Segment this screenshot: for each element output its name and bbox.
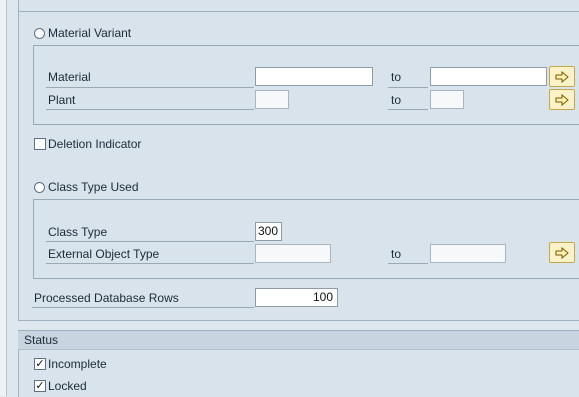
processed-rows-underline [32,307,254,308]
class-type-used-label: Class Type Used [48,180,139,194]
material-to-input[interactable] [430,67,547,86]
status-title: Status [24,333,59,347]
deletion-indicator-label: Deletion Indicator [48,137,142,151]
plant-multiple-selection-button[interactable] [549,89,575,110]
external-object-type-multiple-selection-button[interactable] [549,242,575,263]
locked-checkbox[interactable]: ✓ [34,380,46,392]
class-type-label: Class Type [48,225,108,239]
class-type-used-radio[interactable] [34,182,45,193]
class-type-input[interactable]: 300 [255,222,282,241]
checkmark-icon: ✓ [35,380,45,392]
incomplete-checkbox[interactable]: ✓ [34,358,46,370]
multiple-selection-arrow-icon [555,70,569,83]
processed-rows-input[interactable]: 100 [255,288,338,307]
material-variant-radio[interactable] [34,28,45,39]
external-object-type-to-input[interactable] [430,244,506,263]
material-label: Material [48,70,91,84]
plant-label: Plant [48,93,76,107]
plant-label-underline [46,109,254,110]
material-from-input[interactable] [255,67,373,86]
panel-top-divider [18,11,579,12]
material-variant-label: Material Variant [48,26,132,40]
multiple-selection-arrow-icon [555,246,569,259]
plant-from-input[interactable] [255,90,289,109]
material-to-underline [388,87,428,88]
material-multiple-selection-button[interactable] [549,66,575,87]
deletion-indicator-checkbox[interactable] [34,138,46,150]
class-type-frame [33,199,579,279]
plant-to-input[interactable] [430,90,464,109]
processed-rows-label: Processed Database Rows [34,291,179,305]
external-object-type-to-label: to [391,247,402,261]
checkmark-icon: ✓ [35,358,45,370]
locked-label: Locked [48,379,87,393]
class-type-label-underline [46,241,254,242]
status-header [18,330,579,350]
multiple-selection-arrow-icon [555,93,569,106]
external-object-type-label: External Object Type [48,247,160,261]
external-object-type-to-underline [388,263,428,264]
material-to-label: to [391,70,402,84]
left-rail [0,0,7,396]
material-label-underline [46,87,254,88]
incomplete-label: Incomplete [48,357,107,371]
external-object-type-label-underline [46,263,254,264]
plant-to-label: to [391,93,402,107]
plant-to-underline [388,109,428,110]
external-object-type-from-input[interactable] [255,244,331,263]
